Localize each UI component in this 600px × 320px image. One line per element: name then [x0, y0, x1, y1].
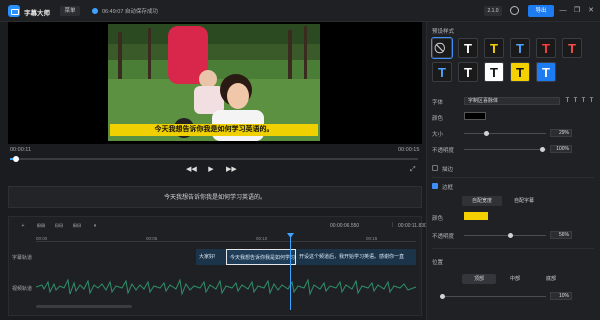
- position-slider-knob[interactable]: [440, 294, 445, 299]
- divider: [432, 177, 594, 178]
- preset-style-7[interactable]: T: [432, 62, 452, 82]
- border-color-label: 颜色: [432, 216, 444, 222]
- autosave-status: 06:49:07 自动保存成功: [102, 9, 158, 15]
- preset-style-9[interactable]: T: [484, 62, 504, 82]
- border-color-swatch[interactable]: [464, 212, 488, 220]
- merge-icon[interactable]: ⊟⊟: [52, 222, 66, 230]
- autosave-icon: [92, 8, 98, 14]
- ruler-tick: 00:15: [366, 236, 378, 241]
- playhead[interactable]: [290, 236, 291, 310]
- preset-style-2[interactable]: T: [458, 38, 478, 58]
- preset-style-6[interactable]: T: [562, 38, 582, 58]
- opacity-value[interactable]: 100%: [550, 145, 572, 153]
- menu-button[interactable]: 菜单: [60, 6, 80, 16]
- position-middle-button[interactable]: 中部: [498, 274, 532, 284]
- position-title: 位置: [432, 260, 444, 266]
- timecode-separator: |: [392, 222, 394, 228]
- border-opacity-knob[interactable]: [508, 233, 513, 238]
- subtitle-track-label: 字幕轨道: [12, 255, 33, 261]
- size-slider[interactable]: [464, 133, 546, 134]
- subtitle-overlay: 今天我想告诉你我是如何学习英语的。: [110, 124, 318, 136]
- total-time: 00:00:15: [398, 147, 420, 153]
- preset-style-4[interactable]: T: [510, 38, 530, 58]
- position-bottom-button[interactable]: 底部: [534, 274, 568, 284]
- border-opacity-label: 不透明度: [432, 234, 455, 240]
- timeline-panel: [8, 216, 422, 316]
- position-slider[interactable]: [440, 296, 546, 297]
- preset-style-3[interactable]: T: [484, 38, 504, 58]
- close-icon[interactable]: ✕: [586, 6, 596, 16]
- timeline-total-time: 00:00:11.830: [398, 223, 427, 229]
- current-time: 00:00:11: [10, 147, 32, 153]
- opacity-slider-knob[interactable]: [540, 147, 545, 152]
- border-label: 边框: [442, 185, 454, 191]
- size-label: 大小: [432, 132, 444, 138]
- timeline-ruler[interactable]: [36, 234, 416, 242]
- opacity-slider[interactable]: [464, 149, 546, 150]
- next-frame-icon[interactable]: ▶▶: [226, 165, 237, 175]
- preset-style-8[interactable]: T: [458, 62, 478, 82]
- font-label: 字体: [432, 100, 444, 106]
- italic-icon[interactable]: T: [572, 97, 579, 105]
- text-color-swatch[interactable]: [464, 112, 486, 120]
- underline-icon[interactable]: T: [580, 97, 587, 105]
- size-slider-knob[interactable]: [484, 131, 489, 136]
- subtitle-clip[interactable]: 开设这个频道后，我开始学习英语。: [296, 249, 376, 265]
- ruler-tick: 00:05: [146, 236, 158, 241]
- tab-auto-width[interactable]: 自配宽度: [462, 196, 502, 206]
- border-opacity-slider[interactable]: [464, 235, 546, 236]
- user-avatar-icon[interactable]: [510, 6, 519, 15]
- size-value[interactable]: 29%: [550, 129, 572, 137]
- tab-auto-subtitle[interactable]: 自配字幕: [504, 196, 544, 206]
- border-checkbox[interactable]: [432, 183, 438, 189]
- subtitle-clip-selected[interactable]: 今天我想告诉你我是如何学习英语的。: [226, 249, 296, 265]
- minimize-icon[interactable]: —: [558, 6, 568, 16]
- border-opacity-value[interactable]: 56%: [550, 231, 572, 239]
- subtitle-edit-text[interactable]: 今天我想告诉你我是如何学习英语的。: [8, 192, 422, 201]
- prev-frame-icon[interactable]: ◀◀: [186, 165, 197, 175]
- play-icon[interactable]: ▶: [206, 165, 216, 175]
- version-badge: 2.1.0: [484, 6, 502, 16]
- ruler-tick: 00:00: [36, 236, 48, 241]
- color-label: 颜色: [432, 116, 444, 122]
- maximize-icon[interactable]: ❐: [572, 6, 582, 16]
- preset-style-10[interactable]: T: [510, 62, 530, 82]
- position-top-button[interactable]: 顶部: [462, 274, 496, 284]
- position-value[interactable]: 10%: [550, 292, 572, 300]
- subtitle-clip[interactable]: 感谢你一直: [376, 249, 416, 265]
- timeline-timecode: 00:00:06.550: [330, 223, 360, 229]
- delete-icon[interactable]: ⏸: [88, 222, 102, 230]
- timeline-scrollbar[interactable]: [36, 305, 132, 308]
- strikethrough-icon[interactable]: T: [588, 97, 595, 105]
- opacity-label: 不透明度: [432, 148, 455, 154]
- video-track-label: 视频轨道: [12, 286, 33, 292]
- stroke-checkbox[interactable]: [432, 165, 438, 171]
- split-icon[interactable]: ⊞⊞: [34, 222, 48, 230]
- preset-style-5[interactable]: T: [536, 38, 556, 58]
- font-select[interactable]: 字制区喜脉体: [464, 97, 560, 105]
- export-button[interactable]: 导出: [528, 5, 554, 17]
- align-icon[interactable]: ⊞⊟: [70, 222, 84, 230]
- divider: [432, 248, 594, 249]
- playback-scrubber[interactable]: [13, 156, 19, 162]
- add-subtitle-icon[interactable]: +: [16, 222, 30, 230]
- audio-waveform: [36, 278, 416, 296]
- playback-progress-bar[interactable]: [10, 158, 418, 160]
- preset-title: 预设样式: [432, 29, 455, 35]
- preset-style-1[interactable]: ⃠: [431, 37, 453, 59]
- stroke-label: 描边: [442, 167, 454, 173]
- subtitle-clip[interactable]: 大家好!: [196, 249, 226, 265]
- ruler-tick: 00:10: [256, 236, 268, 241]
- preset-style-11[interactable]: T: [536, 62, 556, 82]
- fullscreen-icon[interactable]: ⤢: [410, 166, 416, 174]
- app-logo-icon: [8, 5, 20, 17]
- bold-icon[interactable]: T: [564, 97, 571, 105]
- app-name: 字幕大师: [24, 10, 50, 17]
